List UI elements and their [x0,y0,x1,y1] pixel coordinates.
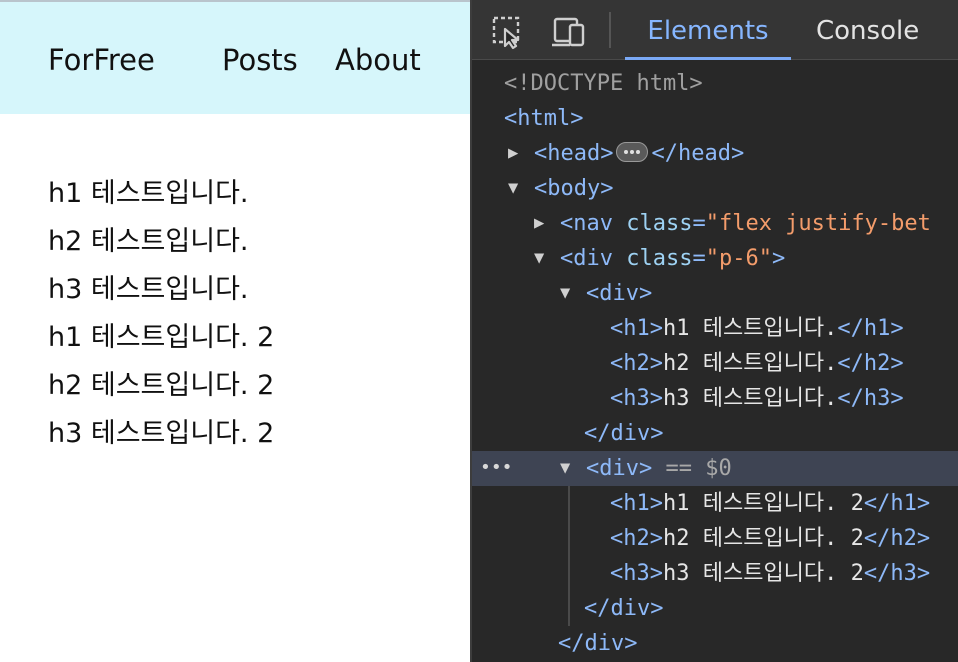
dom-node-h2-second[interactable]: <h2>h2 테스트입니다. 2</h2> [472,521,958,556]
selected-div-close-tag: </div> [584,596,664,621]
nav-attr-value: "flex justify-bet [705,211,931,236]
nav-brand-link[interactable]: ForFree [48,42,155,78]
dom-node-h3[interactable]: <h3>h3 테스트입니다.</h3> [472,381,958,416]
collapse-triangle-icon[interactable]: ▼ [534,241,560,276]
doctype-text: <!DOCTYPE html> [504,71,703,96]
html-tag: <html> [504,106,584,131]
heading-h2: h2 테스트입니다. [48,226,249,257]
head-open-tag: <head> [534,141,614,166]
nav-attr-name: class [626,211,693,236]
indent-guide [568,486,570,626]
h3-text-node: h3 테스트입니다. [662,386,838,411]
div-open-tag: <div [560,246,613,271]
devtools-toolbar: Elements Console [472,0,958,60]
collapse-triangle-icon[interactable]: ▼ [560,276,586,311]
inner-div-close-tag: </div> [584,421,664,446]
heading-h3: h3 테스트입니다. [48,274,249,305]
dom-node-body[interactable]: ▼ <body> [472,171,958,206]
div-attr-value: "p-6" [705,246,772,271]
h2-close-tag: </h2> [863,526,931,551]
div-attr-name: class [626,246,693,271]
dom-node-inner-div-close[interactable]: </div> [472,416,958,451]
h3-text-node: h3 테스트입니다. 2 [662,561,864,586]
h1-open-tag: <h1> [610,491,663,516]
heading-h3-second: h3 테스트입니다. 2 [48,418,275,449]
dom-node-div-p6[interactable]: ▼ <div class="p-6"> [472,241,958,276]
h1-close-tag: </h1> [863,491,931,516]
div-p6-close-tag: </div> [558,631,638,656]
dom-node-h3-second[interactable]: <h3>h3 테스트입니다. 2</h3> [472,556,958,591]
page-content: h1 테스트입니다. h2 테스트입니다. h3 테스트입니다. h1 테스트입… [48,170,274,458]
dom-tree: <!DOCTYPE html> <html> ▶ <head> </head> ▼ <… [472,66,958,661]
h1-open-tag: <h1> [610,316,663,341]
nav-link-about[interactable]: About [335,42,421,78]
div-tag-end: > [771,246,786,271]
dom-node-h2[interactable]: <h2>h2 테스트입니다.</h2> [472,346,958,381]
selected-node-marker: == $0 [665,456,732,481]
h2-open-tag: <h2> [610,526,663,551]
active-tab-indicator [625,57,791,60]
inspect-element-icon[interactable] [490,14,526,50]
page-viewport: ForFree Posts About h1 테스트입니다. h2 테스트입니다… [0,0,470,662]
dom-node-head[interactable]: ▶ <head> </head> [472,136,958,171]
dom-node-selected-div-close[interactable]: </div> [472,591,958,626]
h3-open-tag: <h3> [610,386,663,411]
collapse-triangle-icon[interactable]: ▼ [560,451,586,486]
dom-node-div-p6-close[interactable]: </div> [472,626,958,661]
expand-triangle-icon[interactable]: ▶ [534,206,560,241]
body-open-tag: <body> [534,176,614,201]
h3-open-tag: <h3> [610,561,663,586]
heading-h1: h1 테스트입니다. [48,178,249,209]
h2-close-tag: </h2> [837,351,904,376]
node-actions-icon[interactable]: ••• [480,451,513,484]
expand-triangle-icon[interactable]: ▶ [508,136,534,171]
head-close-tag: </head> [651,141,745,166]
collapse-triangle-icon[interactable]: ▼ [508,171,534,206]
h2-text-node: h2 테스트입니다. 2 [662,526,864,551]
h1-text-node: h1 테스트입니다. 2 [662,491,864,516]
h2-text-node: h2 테스트입니다. [662,351,838,376]
collapsed-ellipsis-icon[interactable] [616,142,649,162]
tab-elements[interactable]: Elements [625,0,791,60]
inner-div-open-tag: <div> [586,281,653,306]
nav-link-posts[interactable]: Posts [222,42,298,78]
dom-node-doctype[interactable]: <!DOCTYPE html> [472,66,958,101]
dom-node-html[interactable]: <html> [472,101,958,136]
selected-div-open-tag: <div> [586,456,653,481]
dom-node-nav[interactable]: ▶ <nav class="flex justify-bet [472,206,958,241]
dom-node-inner-div[interactable]: ▼ <div> [472,276,958,311]
devtools-panel: Elements Console <!DOCTYPE html> <html> … [470,0,958,662]
heading-h2-second: h2 테스트입니다. 2 [48,370,275,401]
site-nav: ForFree Posts About [0,2,470,114]
dom-node-h1[interactable]: <h1>h1 테스트입니다.</h1> [472,311,958,346]
nav-open-tag: <nav [560,211,613,236]
heading-h1-second: h1 테스트입니다. 2 [48,322,275,353]
dom-node-selected-div[interactable]: ••• ▼ <div> == $0 [472,451,958,486]
tab-console[interactable]: Console [816,0,919,60]
toolbar-separator [609,12,611,48]
h3-close-tag: </h3> [863,561,931,586]
h1-text-node: h1 테스트입니다. [662,316,838,341]
device-toolbar-icon[interactable] [550,14,586,50]
h1-close-tag: </h1> [837,316,904,341]
h2-open-tag: <h2> [610,351,663,376]
h3-close-tag: </h3> [837,386,904,411]
dom-node-h1-second[interactable]: <h1>h1 테스트입니다. 2</h1> [472,486,958,521]
